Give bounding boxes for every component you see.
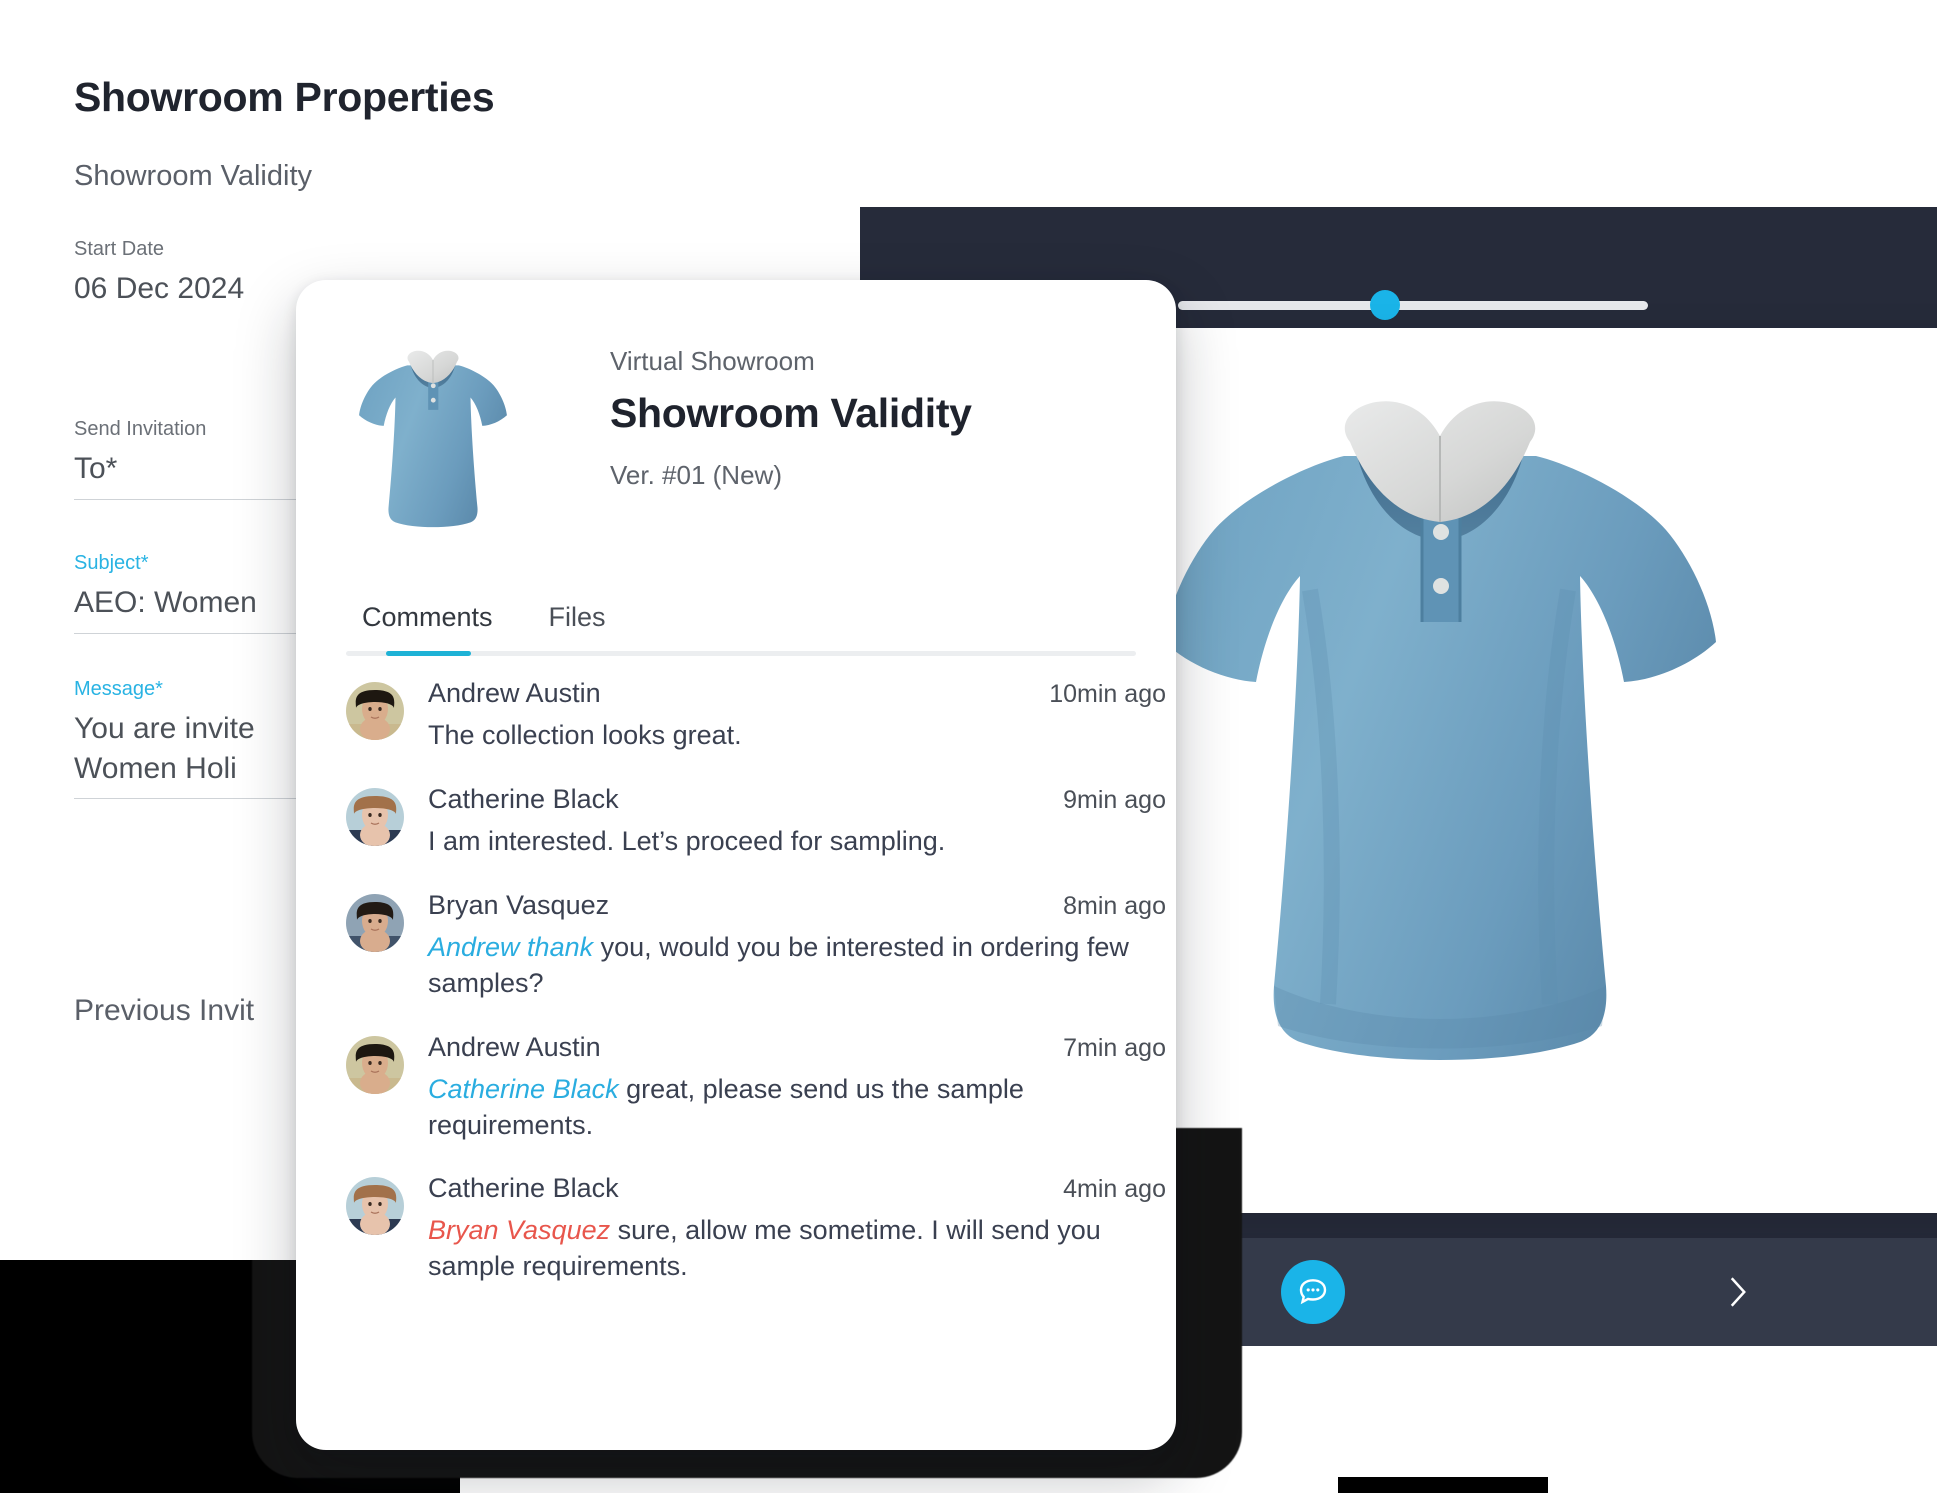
comment-author: Catherine Black — [428, 1173, 619, 1204]
screenshot-root: Showroom Properties Showroom Validity St… — [0, 0, 1937, 1493]
slider-thumb[interactable] — [1370, 290, 1400, 320]
comment-timestamp: 7min ago — [1063, 1033, 1166, 1062]
card-eyebrow: Virtual Showroom — [610, 346, 815, 376]
timeline-slider[interactable] — [1178, 290, 1648, 320]
comment-item: Catherine Black 4min ago Bryan Vasquez sur… — [346, 1173, 1166, 1315]
slider-track[interactable] — [1178, 301, 1648, 310]
field-label: Start Date — [74, 238, 165, 260]
comment-item: Andrew Austin 10min ago The collection loo… — [346, 678, 1166, 784]
comment-header: Andrew Austin 7min ago — [428, 1032, 1166, 1063]
comment-author: Bryan Vasquez — [428, 889, 610, 920]
comment-item: Andrew Austin 7min ago Catherine Black gre… — [346, 1032, 1166, 1174]
page-title: Showroom Properties — [74, 74, 495, 120]
field-value: 06 Dec 2024 — [74, 272, 245, 305]
tab-comments[interactable]: Comments — [362, 602, 493, 651]
field-send-invitation-to[interactable]: Send Invitation To* — [74, 418, 304, 500]
field-label: Subject* — [74, 552, 149, 574]
comment-mention[interactable]: Andrew thank — [428, 932, 593, 962]
comment-body: Catherine Black 9min ago I am interested. … — [428, 784, 1166, 860]
card-version: Ver. #01 (New) — [610, 460, 782, 490]
comment-text: Catherine Black great, please send us th… — [428, 1073, 1024, 1140]
avatar[interactable] — [346, 1035, 404, 1094]
comment-header: Catherine Black 4min ago — [428, 1173, 1166, 1204]
comment-body: Andrew Austin 10min ago The collection loo… — [428, 678, 1166, 754]
field-message[interactable]: Message* You are invite Women Holi — [74, 678, 304, 800]
comment-item: Bryan Vasquez 8min ago Andrew thank you, w… — [346, 890, 1166, 1032]
comment-body: Catherine Black 4min ago Bryan Vasquez sur… — [428, 1173, 1166, 1285]
comments-card-header: Virtual Showroom Showroom Validity Ver. … — [296, 280, 1176, 620]
field-start-date[interactable]: Start Date 06 Dec 2024 — [74, 238, 304, 309]
comment-text: Andrew thank you, would you be intereste… — [428, 931, 1129, 998]
chat-bubble-icon — [1299, 1279, 1327, 1305]
comment-author: Andrew Austin — [428, 1031, 601, 1062]
comment-text: Bryan Vasquez sure, allow me sometime. I… — [428, 1215, 1101, 1282]
field-value: You are invite Women Holi — [74, 712, 255, 785]
chevron-right-icon[interactable] — [1723, 1272, 1753, 1312]
comment-text: I am interested. Let’s proceed for sampl… — [428, 825, 946, 856]
tab-files[interactable]: Files — [549, 602, 606, 651]
page-subtitle: Showroom Validity — [74, 160, 313, 192]
viewer-toolbar — [1143, 1238, 1937, 1346]
avatar[interactable] — [346, 1177, 404, 1236]
comment-body: Andrew Austin 7min ago Catherine Black gre… — [428, 1032, 1166, 1144]
comment-timestamp: 9min ago — [1063, 785, 1166, 814]
card-tabs: Comments Files — [346, 602, 1136, 656]
previous-invites-label: Previous Invit — [74, 994, 255, 1027]
active-tab-indicator — [386, 651, 471, 656]
comment-header: Andrew Austin 10min ago — [428, 678, 1166, 709]
comment-body: Bryan Vasquez 8min ago Andrew thank you, w… — [428, 890, 1166, 1002]
comment-item: Catherine Black 9min ago I am interested. … — [346, 784, 1166, 890]
polo-shirt-thumbnail — [359, 350, 507, 528]
comment-timestamp: 10min ago — [1049, 680, 1166, 708]
comment-timestamp: 8min ago — [1063, 891, 1166, 920]
field-underline — [74, 498, 304, 500]
field-underline — [74, 798, 304, 800]
field-value: AEO: Women — [74, 586, 257, 619]
field-underline — [74, 632, 304, 634]
polo-shirt-image — [1164, 401, 1716, 1060]
comment-timestamp: 4min ago — [1063, 1175, 1166, 1204]
comments-list: Andrew Austin 10min ago The collection loo… — [346, 678, 1166, 1315]
avatar[interactable] — [346, 787, 404, 846]
comment-text: The collection looks great. — [428, 720, 742, 750]
decorative-slab-bottom-right — [1338, 1477, 1548, 1493]
field-label: Message* — [74, 678, 163, 700]
field-label: Send Invitation — [74, 418, 207, 440]
comment-author: Catherine Black — [428, 783, 619, 814]
comment-author: Andrew Austin — [428, 678, 601, 708]
avatar[interactable] — [346, 893, 404, 952]
comment-header: Bryan Vasquez 8min ago — [428, 890, 1166, 921]
field-subject[interactable]: Subject* AEO: Women — [74, 552, 304, 634]
tab-rail — [346, 651, 1136, 656]
card-title: Showroom Validity — [610, 390, 972, 436]
comments-card: Virtual Showroom Showroom Validity Ver. … — [296, 280, 1176, 1450]
chat-bubble-button[interactable] — [1281, 1260, 1345, 1324]
comment-mention[interactable]: Bryan Vasquez — [428, 1215, 610, 1245]
comment-mention[interactable]: Catherine Black — [428, 1074, 619, 1104]
field-value: To* — [74, 452, 118, 485]
comment-header: Catherine Black 9min ago — [428, 784, 1166, 815]
avatar[interactable] — [346, 682, 404, 740]
